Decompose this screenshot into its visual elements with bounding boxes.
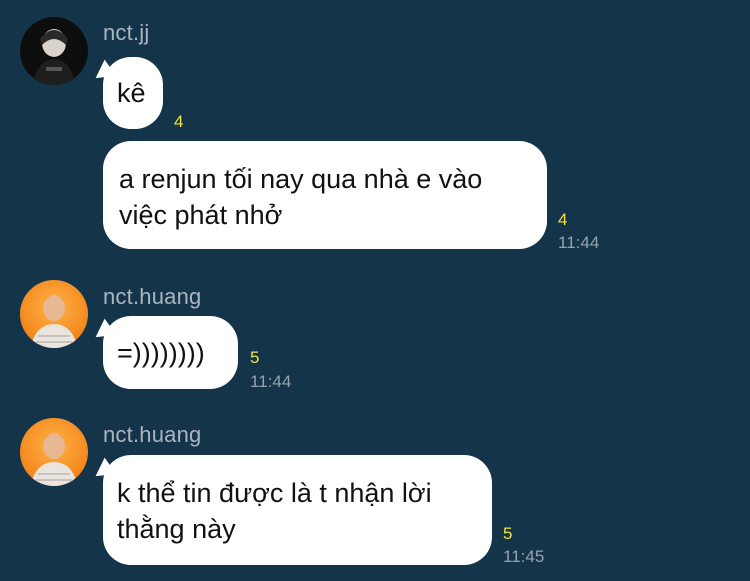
sender-name: nct.jj [103,20,150,45]
message-time: 11:44 [558,233,600,252]
read-count: 5 [250,348,260,367]
message-bubble[interactable]: a renjun tối nay qua nhà e vào việc phát… [103,141,547,249]
avatar-nct-huang[interactable] [20,418,88,486]
message-bubble[interactable]: =)))))))) [103,316,238,389]
message-bubble[interactable]: kê [103,57,163,129]
message-text-line: thằng này [117,514,236,544]
message-text-line: a renjun tối nay qua nhà e vào [119,164,483,194]
avatar-image [20,418,88,486]
avatar-nct-huang[interactable] [20,280,88,348]
message-time: 11:44 [250,372,292,391]
sender-name: nct.huang [103,284,202,309]
read-count: 5 [503,524,513,543]
sender-name: nct.huang [103,422,202,447]
message-time: 11:45 [503,547,545,566]
message-text: =)))))))) [117,338,205,368]
avatar-image [20,17,88,85]
message-bubble[interactable]: k thể tin được là t nhận lời thằng này [103,455,492,565]
read-count: 4 [558,210,568,229]
read-count: 4 [174,112,184,131]
message-text: kê [117,78,146,108]
message-text-line: việc phát nhở [119,200,283,230]
message-text-line: k thể tin được là t nhận lời [117,478,432,508]
avatar-nct-jj[interactable] [20,17,88,85]
avatar-image [20,280,88,348]
